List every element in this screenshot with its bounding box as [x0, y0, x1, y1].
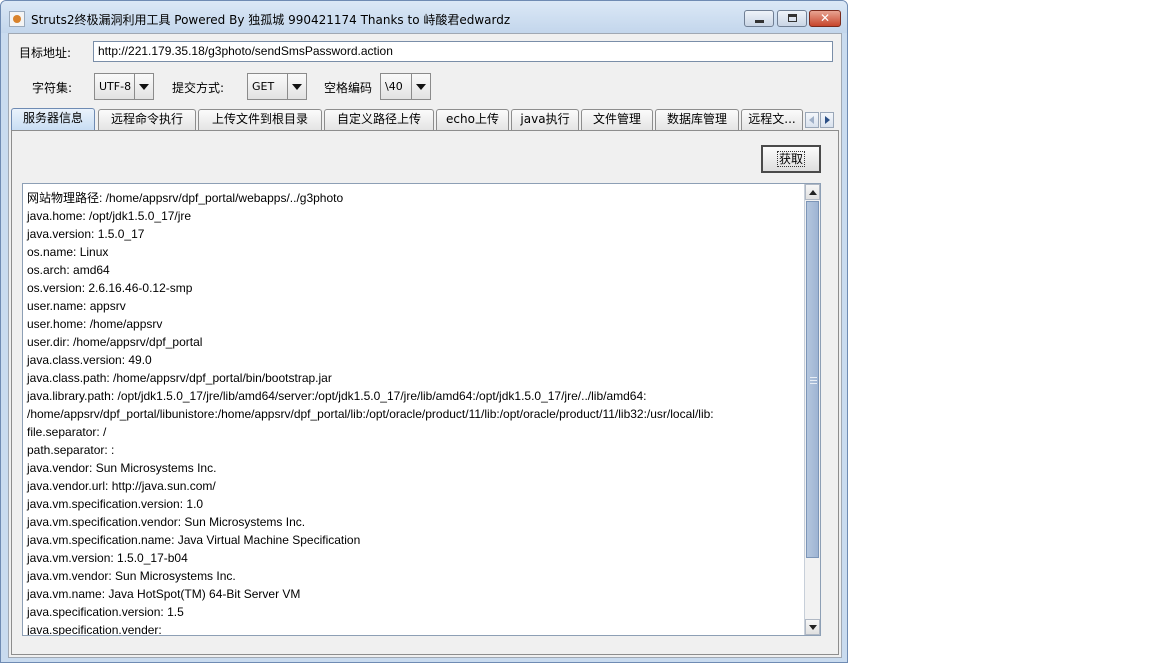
tab-echo-upload[interactable]: echo上传 — [436, 109, 509, 130]
vertical-scrollbar[interactable] — [804, 184, 820, 635]
tab-scroll-left-button[interactable] — [805, 112, 819, 128]
fetch-button-label: 获取 — [776, 151, 806, 167]
info-line: 网站物理路径: /home/appsrv/dpf_portal/webapps/… — [27, 191, 344, 205]
arrow-up-icon — [809, 190, 817, 195]
tab-server-info[interactable]: 服务器信息 — [11, 108, 95, 131]
maximize-button[interactable] — [777, 10, 807, 27]
scroll-up-button[interactable] — [805, 184, 820, 200]
method-label: 提交方式: — [172, 81, 225, 95]
info-line: path.separator: : — [27, 443, 115, 457]
tab-java-exec[interactable]: java执行 — [511, 109, 579, 130]
info-line: os.name: Linux — [27, 245, 109, 259]
info-line: java.vm.specification.vendor: Sun Micros… — [27, 515, 306, 529]
info-line: java.vm.version: 1.5.0_17-b04 — [27, 551, 188, 565]
info-line: os.arch: amd64 — [27, 263, 110, 277]
info-line: file.separator: / — [27, 425, 107, 439]
space-encoding-value: \40 — [385, 80, 403, 93]
charset-label: 字符集: — [32, 81, 73, 95]
charset-value: UTF-8 — [99, 80, 132, 93]
info-line: user.home: /home/appsrv — [27, 317, 163, 331]
info-line: java.home: /opt/jdk1.5.0_17/jre — [27, 209, 192, 223]
target-url-label: 目标地址: — [19, 46, 72, 60]
close-button[interactable]: ✕ — [809, 10, 841, 27]
scrollbar-thumb[interactable] — [806, 201, 819, 558]
info-line: java.vm.vendor: Sun Microsystems Inc. — [27, 569, 236, 583]
chevron-down-icon — [416, 84, 426, 90]
info-line: os.version: 2.6.16.46-0.12-smp — [27, 281, 193, 295]
space-encoding-dropdown-button[interactable] — [411, 74, 430, 99]
server-info-lines: 网站物理路径: /home/appsrv/dpf_portal/webapps/… — [27, 189, 802, 636]
info-line: java.vendor.url: http://java.sun.com/ — [27, 479, 216, 493]
info-line: java.vm.specification.version: 1.0 — [27, 497, 204, 511]
info-line: java.vm.specification.name: Java Virtual… — [27, 533, 361, 547]
info-line: java.specification.version: 1.5 — [27, 605, 184, 619]
chevron-down-icon — [139, 84, 149, 90]
info-line: java.vendor: Sun Microsystems Inc. — [27, 461, 217, 475]
fetch-button[interactable]: 获取 — [761, 145, 821, 173]
tab-remote-command[interactable]: 远程命令执行 — [98, 109, 196, 130]
title-bar[interactable]: Struts2终极漏洞利用工具 Powered By 独孤城 990421174… — [1, 1, 847, 33]
info-line: java.version: 1.5.0_17 — [27, 227, 145, 241]
space-encoding-label: 空格编码 — [324, 81, 373, 95]
info-line: /home/appsrv/dpf_portal/libunistore:/hom… — [27, 407, 714, 421]
info-line: java.vm.name: Java HotSpot(TM) 64-Bit Se… — [27, 587, 301, 601]
tab-database-manager[interactable]: 数据库管理 — [655, 109, 739, 130]
info-line: user.dir: /home/appsrv/dpf_portal — [27, 335, 203, 349]
close-icon: ✕ — [819, 11, 831, 25]
main-content: 目标地址: http://221.179.35.18/g3photo/sendS… — [8, 33, 842, 658]
tab-bar: 服务器信息 远程命令执行 上传文件到根目录 自定义路径上传 echo上传 jav… — [11, 108, 841, 131]
grip-icon — [810, 377, 817, 384]
java-app-icon — [9, 11, 25, 27]
tab-scroll-right-button[interactable] — [820, 112, 834, 128]
info-line: user.name: appsrv — [27, 299, 126, 313]
info-line: java.specification.vender: — [27, 623, 162, 636]
info-line: java.class.path: /home/appsrv/dpf_portal… — [27, 371, 332, 385]
space-encoding-select[interactable]: \40 — [380, 73, 431, 100]
server-info-panel: 获取 网站物理路径: /home/appsrv/dpf_portal/webap… — [11, 130, 839, 655]
info-line: java.library.path: /opt/jdk1.5.0_17/jre/… — [27, 389, 647, 403]
method-select[interactable]: GET — [247, 73, 307, 100]
tab-custom-upload[interactable]: 自定义路径上传 — [324, 109, 434, 130]
arrow-down-icon — [809, 625, 817, 630]
charset-select[interactable]: UTF-8 — [94, 73, 154, 100]
minimize-icon — [755, 20, 764, 23]
minimize-button[interactable] — [744, 10, 774, 27]
info-line: java.class.version: 49.0 — [27, 353, 152, 367]
app-window: Struts2终极漏洞利用工具 Powered By 独孤城 990421174… — [0, 0, 848, 663]
maximize-icon — [788, 14, 797, 22]
chevron-down-icon — [292, 84, 302, 90]
target-url-input[interactable]: http://221.179.35.18/g3photo/sendSmsPass… — [93, 41, 833, 62]
arrow-left-icon — [809, 116, 814, 124]
method-dropdown-button[interactable] — [287, 74, 306, 99]
tab-remote-file[interactable]: 远程文... — [741, 109, 803, 130]
window-title: Struts2终极漏洞利用工具 Powered By 独孤城 990421174… — [31, 13, 511, 27]
scroll-down-button[interactable] — [805, 619, 820, 635]
charset-dropdown-button[interactable] — [134, 74, 153, 99]
tab-file-manager[interactable]: 文件管理 — [581, 109, 653, 130]
arrow-right-icon — [825, 116, 830, 124]
server-info-output[interactable]: 网站物理路径: /home/appsrv/dpf_portal/webapps/… — [22, 183, 821, 636]
method-value: GET — [252, 80, 275, 93]
tab-upload-root[interactable]: 上传文件到根目录 — [198, 109, 322, 130]
